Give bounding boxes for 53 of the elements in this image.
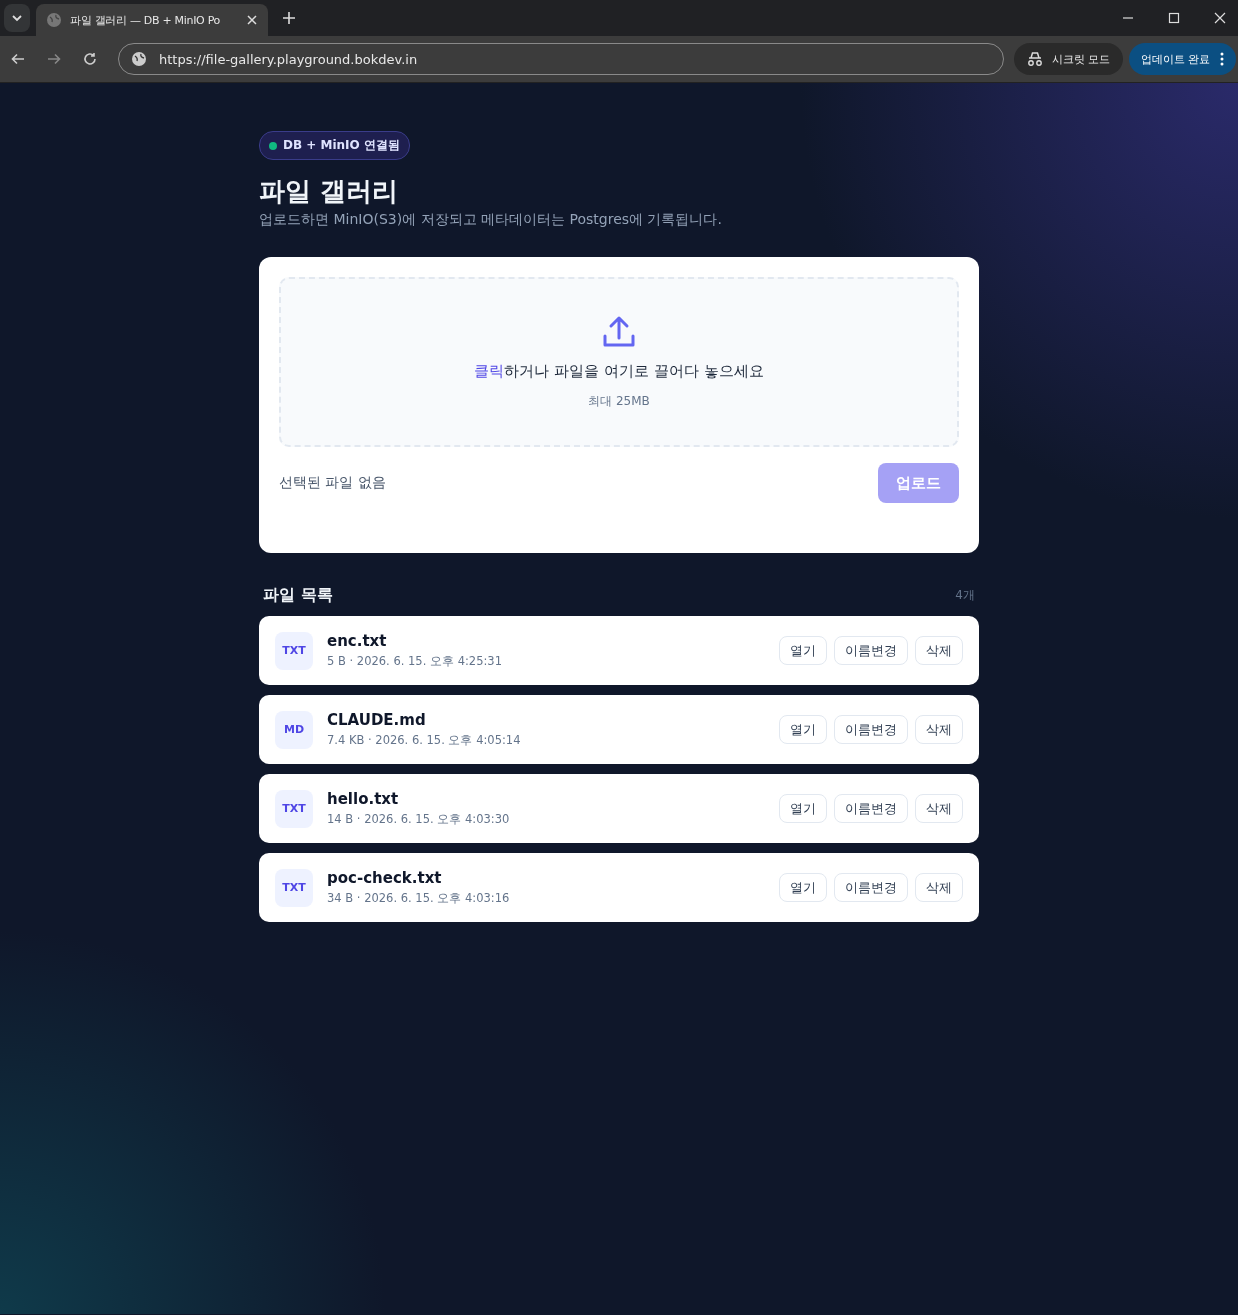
file-type-badge: TXT — [275, 631, 313, 670]
file-action-button[interactable]: 이름변경 — [834, 636, 908, 665]
url-text: https://file-gallery.playground.bokdev.in — [159, 51, 418, 67]
file-count: 4개 — [955, 587, 975, 604]
file-type-badge: MD — [275, 710, 313, 749]
incognito-icon — [1026, 52, 1044, 66]
browser-tab[interactable]: 파일 갤러리 — DB + MinIO Po — [36, 4, 268, 36]
file-meta: 7.4 KB · 2026. 6. 15. 오후 4:05:14 — [327, 733, 522, 748]
file-action-button[interactable]: 열기 — [779, 794, 827, 823]
file-action-button[interactable]: 이름변경 — [834, 873, 908, 902]
file-action-button[interactable]: 이름변경 — [834, 794, 908, 823]
file-action-button[interactable]: 열기 — [779, 636, 827, 665]
selected-file-status: 선택된 파일 없음 — [279, 474, 386, 492]
file-type-badge: TXT — [275, 868, 313, 907]
file-name: enc.txt — [327, 632, 388, 650]
status-label: DB + MinIO 연결됨 — [283, 137, 400, 154]
reload-icon[interactable] — [82, 51, 98, 67]
file-action-button[interactable]: 삭제 — [915, 636, 963, 665]
update-button[interactable]: 업데이트 완료 — [1128, 43, 1236, 75]
size-limit: 최대 25MB — [588, 393, 650, 410]
close-icon[interactable] — [246, 14, 258, 26]
file-action-button[interactable]: 삭제 — [915, 794, 963, 823]
file-dropzone[interactable]: 클릭하거나 파일을 여기로 끌어다 놓으세요 최대 25MB — [279, 277, 959, 447]
list-title: 파일 목록 — [263, 585, 333, 606]
file-meta: 14 B · 2026. 6. 15. 오후 4:03:30 — [327, 812, 511, 827]
file-action-button[interactable]: 삭제 — [915, 873, 963, 902]
file-action-button[interactable]: 열기 — [779, 873, 827, 902]
file-action-button[interactable]: 이름변경 — [834, 715, 908, 744]
file-meta: 34 B · 2026. 6. 15. 오후 4:03:16 — [327, 891, 511, 906]
file-type-badge: TXT — [275, 789, 313, 828]
dropzone-prompt: 클릭하거나 파일을 여기로 끌어다 놓으세요 — [474, 362, 764, 381]
file-action-button[interactable]: 열기 — [779, 715, 827, 744]
file-action-button[interactable]: 삭제 — [915, 715, 963, 744]
maximize-icon[interactable] — [1168, 12, 1180, 24]
more-vertical-icon — [1220, 52, 1224, 66]
forward-arrow-icon[interactable] — [46, 51, 62, 67]
globe-icon — [131, 51, 147, 67]
incognito-button[interactable]: 시크릿 모드 — [1014, 43, 1123, 75]
file-name: hello.txt — [327, 790, 400, 808]
upload-icon — [601, 314, 637, 350]
file-meta: 5 B · 2026. 6. 15. 오후 4:25:31 — [327, 654, 503, 669]
back-arrow-icon[interactable] — [10, 51, 26, 67]
click-link[interactable]: 클릭 — [474, 362, 505, 380]
file-name: poc-check.txt — [327, 869, 443, 887]
close-icon[interactable] — [1214, 12, 1226, 24]
tab-list-button[interactable] — [4, 4, 30, 32]
new-tab-icon[interactable] — [282, 11, 296, 25]
file-name: CLAUDE.md — [327, 711, 427, 729]
tab-title: 파일 갤러리 — DB + MinIO Po — [70, 12, 221, 28]
globe-icon — [46, 12, 62, 28]
page-title: 파일 갤러리 — [259, 175, 400, 208]
chevron-down-icon — [11, 12, 23, 24]
page-subtitle: 업로드하면 MinIO(S3)에 저장되고 메타데이터는 Postgres에 기록됩니다. — [259, 211, 723, 229]
